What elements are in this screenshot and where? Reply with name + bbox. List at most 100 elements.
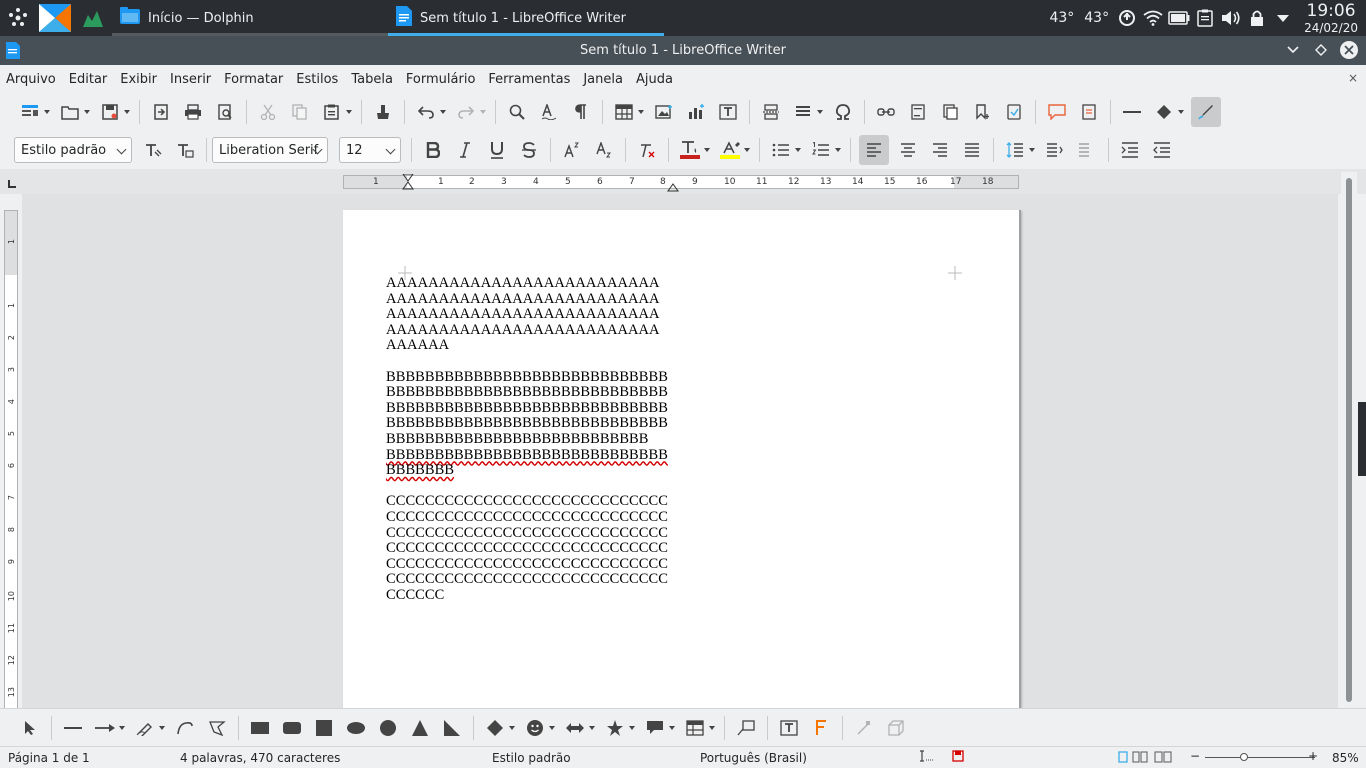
highlight-dropdown[interactable] — [743, 137, 751, 163]
menu-ferramentas[interactable]: Ferramentas — [488, 72, 570, 87]
volume-icon[interactable] — [1219, 6, 1243, 30]
document-text[interactable]: AAAAAAAAAAAAAAAAAAAAAAAAAA AAAAAAAAAAAAA… — [386, 275, 668, 619]
increase-paragraph-spacing-icon[interactable] — [1042, 137, 1068, 163]
curve-dropdown[interactable] — [158, 715, 166, 741]
menu-editar[interactable]: Editar — [69, 72, 108, 87]
toggle-point-edit-icon[interactable] — [851, 715, 877, 741]
insert-footnote-icon[interactable] — [905, 99, 931, 125]
menu-estilos[interactable]: Estilos — [296, 72, 338, 87]
update-style-icon[interactable] — [140, 137, 166, 163]
insert-line-icon[interactable] — [1119, 99, 1145, 125]
zoom-out-button[interactable]: − — [1190, 749, 1200, 763]
new-document-icon[interactable] — [17, 99, 43, 125]
align-right-icon[interactable] — [927, 137, 953, 163]
paste-icon[interactable] — [319, 99, 345, 125]
pinned-app-icon[interactable] — [38, 3, 72, 33]
square-icon[interactable] — [311, 715, 337, 741]
basic-shapes-icon[interactable] — [1151, 99, 1177, 125]
menu-exibir[interactable]: Exibir — [120, 72, 157, 87]
italic-icon[interactable] — [452, 137, 478, 163]
stars-dropdown[interactable] — [628, 715, 636, 741]
insert-callout-icon[interactable] — [733, 715, 759, 741]
insert-endnote-icon[interactable] — [937, 99, 963, 125]
field-dropdown[interactable] — [816, 99, 824, 125]
maximize-diamond-icon[interactable] — [1308, 39, 1334, 61]
symbol-shapes-dropdown[interactable] — [548, 715, 556, 741]
insert-page-break-icon[interactable] — [758, 99, 784, 125]
close-window-icon[interactable] — [1336, 39, 1362, 61]
task-writer[interactable]: Sem título 1 - LibreOffice Writer — [388, 0, 664, 36]
undo-dropdown[interactable] — [439, 99, 447, 125]
increase-indent-icon[interactable] — [1117, 137, 1143, 163]
tray-expand-icon[interactable] — [1271, 6, 1295, 30]
zoom-slider[interactable] — [1205, 757, 1315, 758]
bullets-dropdown[interactable] — [794, 137, 802, 163]
menu-janela[interactable]: Janela — [583, 72, 623, 87]
updates-icon[interactable] — [1115, 6, 1139, 30]
clock[interactable]: 19:06 24/02/20 — [1304, 2, 1358, 34]
menu-inserir[interactable]: Inserir — [170, 72, 211, 87]
indent-marker-icon[interactable] — [402, 173, 414, 194]
close-document-button[interactable]: × — [1348, 71, 1358, 85]
strikethrough-icon[interactable] — [516, 137, 542, 163]
justify-icon[interactable] — [959, 137, 985, 163]
polygon-icon[interactable] — [204, 715, 230, 741]
insert-comment-icon[interactable] — [1044, 99, 1070, 125]
cut-icon[interactable] — [255, 99, 281, 125]
system-monitor-icon[interactable] — [76, 3, 110, 33]
formatting-marks-icon[interactable] — [568, 99, 594, 125]
scrollbar-thumb[interactable] — [1346, 178, 1352, 702]
fontwork-icon[interactable] — [808, 715, 834, 741]
line-spacing-icon[interactable] — [1002, 137, 1028, 163]
menu-formatar[interactable]: Formatar — [224, 72, 283, 87]
special-character-icon[interactable] — [830, 99, 856, 125]
superscript-icon[interactable] — [559, 137, 585, 163]
wifi-icon[interactable] — [1141, 6, 1165, 30]
document-modified-icon[interactable] — [952, 750, 964, 765]
font-color-dropdown[interactable] — [703, 137, 711, 163]
insert-image-icon[interactable] — [651, 99, 677, 125]
zoom-level[interactable]: 85% — [1332, 751, 1359, 765]
decrease-paragraph-spacing-icon[interactable] — [1074, 137, 1100, 163]
line-arrow-icon[interactable] — [92, 715, 118, 741]
highlight-color-icon[interactable] — [717, 137, 743, 163]
minimize-chevron-icon[interactable] — [1280, 39, 1306, 61]
redo-dropdown[interactable] — [479, 99, 487, 125]
find-replace-icon[interactable] — [504, 99, 530, 125]
export-pdf-icon[interactable] — [148, 99, 174, 125]
menu-tabela[interactable]: Tabela — [351, 72, 393, 87]
page-style[interactable]: Estilo padrão — [492, 751, 571, 765]
toggle-extrusion-icon[interactable] — [883, 715, 909, 741]
numbered-list-icon[interactable] — [808, 137, 834, 163]
show-draw-functions-icon[interactable] — [1191, 97, 1221, 127]
paste-dropdown[interactable] — [345, 99, 353, 125]
new-dropdown[interactable] — [43, 99, 51, 125]
menu-formulario[interactable]: Formulário — [406, 72, 475, 87]
stars-icon[interactable] — [602, 715, 628, 741]
circle-icon[interactable] — [375, 715, 401, 741]
table-dropdown[interactable] — [637, 99, 645, 125]
multi-page-view-icon[interactable] — [1132, 751, 1148, 766]
track-changes-icon[interactable] — [1076, 99, 1102, 125]
insert-bookmark-icon[interactable] — [969, 99, 995, 125]
window-titlebar[interactable]: Sem título 1 - LibreOffice Writer — [0, 36, 1366, 65]
save-dropdown[interactable] — [123, 99, 131, 125]
clear-formatting-icon[interactable] — [634, 137, 660, 163]
writer-app-icon[interactable] — [6, 42, 20, 63]
sidebar-toggle-handle[interactable] — [1358, 402, 1366, 476]
flowchart-icon[interactable] — [682, 715, 708, 741]
clone-formatting-icon[interactable] — [370, 99, 396, 125]
open-folder-icon[interactable] — [57, 99, 83, 125]
insert-hyperlink-icon[interactable] — [873, 99, 899, 125]
document-area[interactable] — [22, 194, 1338, 708]
zoom-in-button[interactable]: + — [1308, 749, 1318, 763]
right-triangle-icon[interactable] — [439, 715, 465, 741]
block-arrows-dropdown[interactable] — [588, 715, 596, 741]
select-arrow-icon[interactable] — [17, 715, 43, 741]
decrease-indent-icon[interactable] — [1149, 137, 1175, 163]
block-arrows-icon[interactable] — [562, 715, 588, 741]
lines-arrows-dropdown[interactable] — [118, 715, 126, 741]
shapes-dropdown[interactable] — [1177, 99, 1185, 125]
insert-field-icon[interactable] — [790, 99, 816, 125]
underline-icon[interactable] — [484, 137, 510, 163]
